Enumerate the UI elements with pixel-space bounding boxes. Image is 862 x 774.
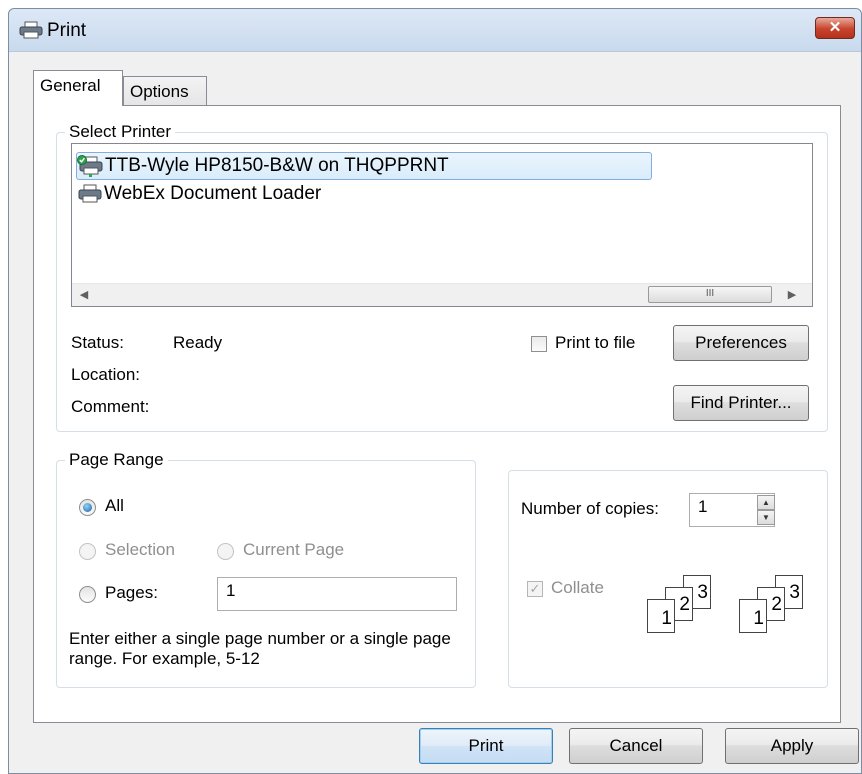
preferences-button[interactable]: Preferences bbox=[673, 325, 809, 361]
network-printer-default-icon bbox=[77, 155, 103, 177]
cancel-button-label: Cancel bbox=[609, 736, 663, 755]
pages-radio[interactable] bbox=[79, 586, 96, 603]
window-title: Print bbox=[47, 20, 87, 41]
status-value: Ready bbox=[173, 333, 223, 352]
dialog-body: General Options Select Printer TTB-Wyle … bbox=[9, 51, 861, 773]
printer-list[interactable]: TTB-Wyle HP8150-B&W on THQPPRNT WebEx Do… bbox=[71, 143, 813, 307]
printer-icon bbox=[19, 21, 43, 39]
number-of-copies-label: Number of copies: bbox=[521, 499, 659, 518]
pages-input[interactable]: 1 bbox=[217, 577, 457, 611]
page-range-legend: Page Range bbox=[65, 450, 168, 470]
print-button[interactable]: Print bbox=[419, 728, 553, 764]
all-radio[interactable] bbox=[79, 499, 96, 516]
all-label[interactable]: All bbox=[105, 496, 124, 516]
cancel-button[interactable]: Cancel bbox=[569, 728, 703, 764]
scroll-right-icon[interactable]: ▶ bbox=[782, 286, 802, 304]
scroll-left-icon[interactable]: ◀ bbox=[74, 286, 94, 304]
page-1-label: 1 bbox=[647, 599, 675, 633]
preferences-button-label: Preferences bbox=[695, 333, 787, 352]
comment-label: Comment: bbox=[71, 397, 150, 416]
tab-general[interactable]: General bbox=[33, 70, 123, 106]
close-button[interactable]: ✕ bbox=[815, 17, 855, 39]
title-bar[interactable]: Print ✕ bbox=[9, 9, 861, 51]
status-label: Status: bbox=[71, 333, 124, 352]
page-range-group: Page Range All Selection Current Page Pa… bbox=[56, 450, 476, 688]
print-to-file-label[interactable]: Print to file bbox=[555, 333, 635, 353]
printer-icon bbox=[78, 184, 102, 203]
scroll-thumb[interactable]: III bbox=[648, 286, 772, 303]
printer-name: TTB-Wyle HP8150-B&W on THQPPRNT bbox=[105, 155, 449, 176]
collate-stack-2-icon: 3 2 1 bbox=[739, 575, 825, 641]
copies-group: Number of copies: 1 ▲ ▼ ✓ Collate 3 2 1 … bbox=[508, 470, 828, 688]
pages-input-value: 1 bbox=[226, 581, 236, 600]
print-button-label: Print bbox=[468, 736, 504, 755]
collate-label[interactable]: Collate bbox=[551, 578, 604, 598]
print-dialog: Print ✕ General Options Select Printer T… bbox=[8, 8, 862, 774]
copies-input-value: 1 bbox=[698, 497, 708, 516]
page-1-label: 1 bbox=[739, 599, 767, 633]
printer-name: WebEx Document Loader bbox=[104, 183, 322, 204]
apply-button-label: Apply bbox=[770, 736, 814, 755]
tab-general-label: General bbox=[40, 76, 101, 95]
find-printer-button-label: Find Printer... bbox=[690, 393, 792, 412]
select-printer-group: Select Printer TTB-Wyle HP8150-B&W on TH… bbox=[56, 122, 828, 432]
page-range-hint: Enter either a single page number or a s… bbox=[69, 629, 451, 668]
apply-button[interactable]: Apply bbox=[725, 728, 859, 764]
tab-options[interactable]: Options bbox=[123, 76, 207, 106]
collate-stack-1-icon: 3 2 1 bbox=[647, 575, 733, 641]
horizontal-scrollbar[interactable]: ◀ III ▶ bbox=[72, 283, 812, 306]
current-page-label[interactable]: Current Page bbox=[243, 540, 344, 560]
printer-item-webex[interactable]: WebEx Document Loader bbox=[76, 180, 321, 208]
grip-icon: III bbox=[705, 288, 715, 299]
selection-label[interactable]: Selection bbox=[105, 540, 175, 560]
pages-label[interactable]: Pages: bbox=[105, 583, 158, 603]
tab-options-label: Options bbox=[130, 82, 189, 101]
selection-radio[interactable] bbox=[79, 543, 96, 560]
general-tab-panel: Select Printer TTB-Wyle HP8150-B&W on TH… bbox=[33, 105, 841, 723]
copies-up-icon[interactable]: ▲ bbox=[757, 495, 775, 510]
printer-item-ttb-wyle[interactable]: TTB-Wyle HP8150-B&W on THQPPRNT bbox=[76, 152, 652, 180]
close-icon: ✕ bbox=[828, 19, 842, 36]
current-page-radio[interactable] bbox=[217, 543, 234, 560]
print-to-file-checkbox[interactable] bbox=[531, 336, 547, 352]
location-label: Location: bbox=[71, 365, 140, 384]
select-printer-legend: Select Printer bbox=[65, 122, 176, 142]
copies-down-icon[interactable]: ▼ bbox=[757, 510, 775, 525]
find-printer-button[interactable]: Find Printer... bbox=[673, 385, 809, 421]
collate-checkbox[interactable]: ✓ bbox=[527, 581, 543, 597]
